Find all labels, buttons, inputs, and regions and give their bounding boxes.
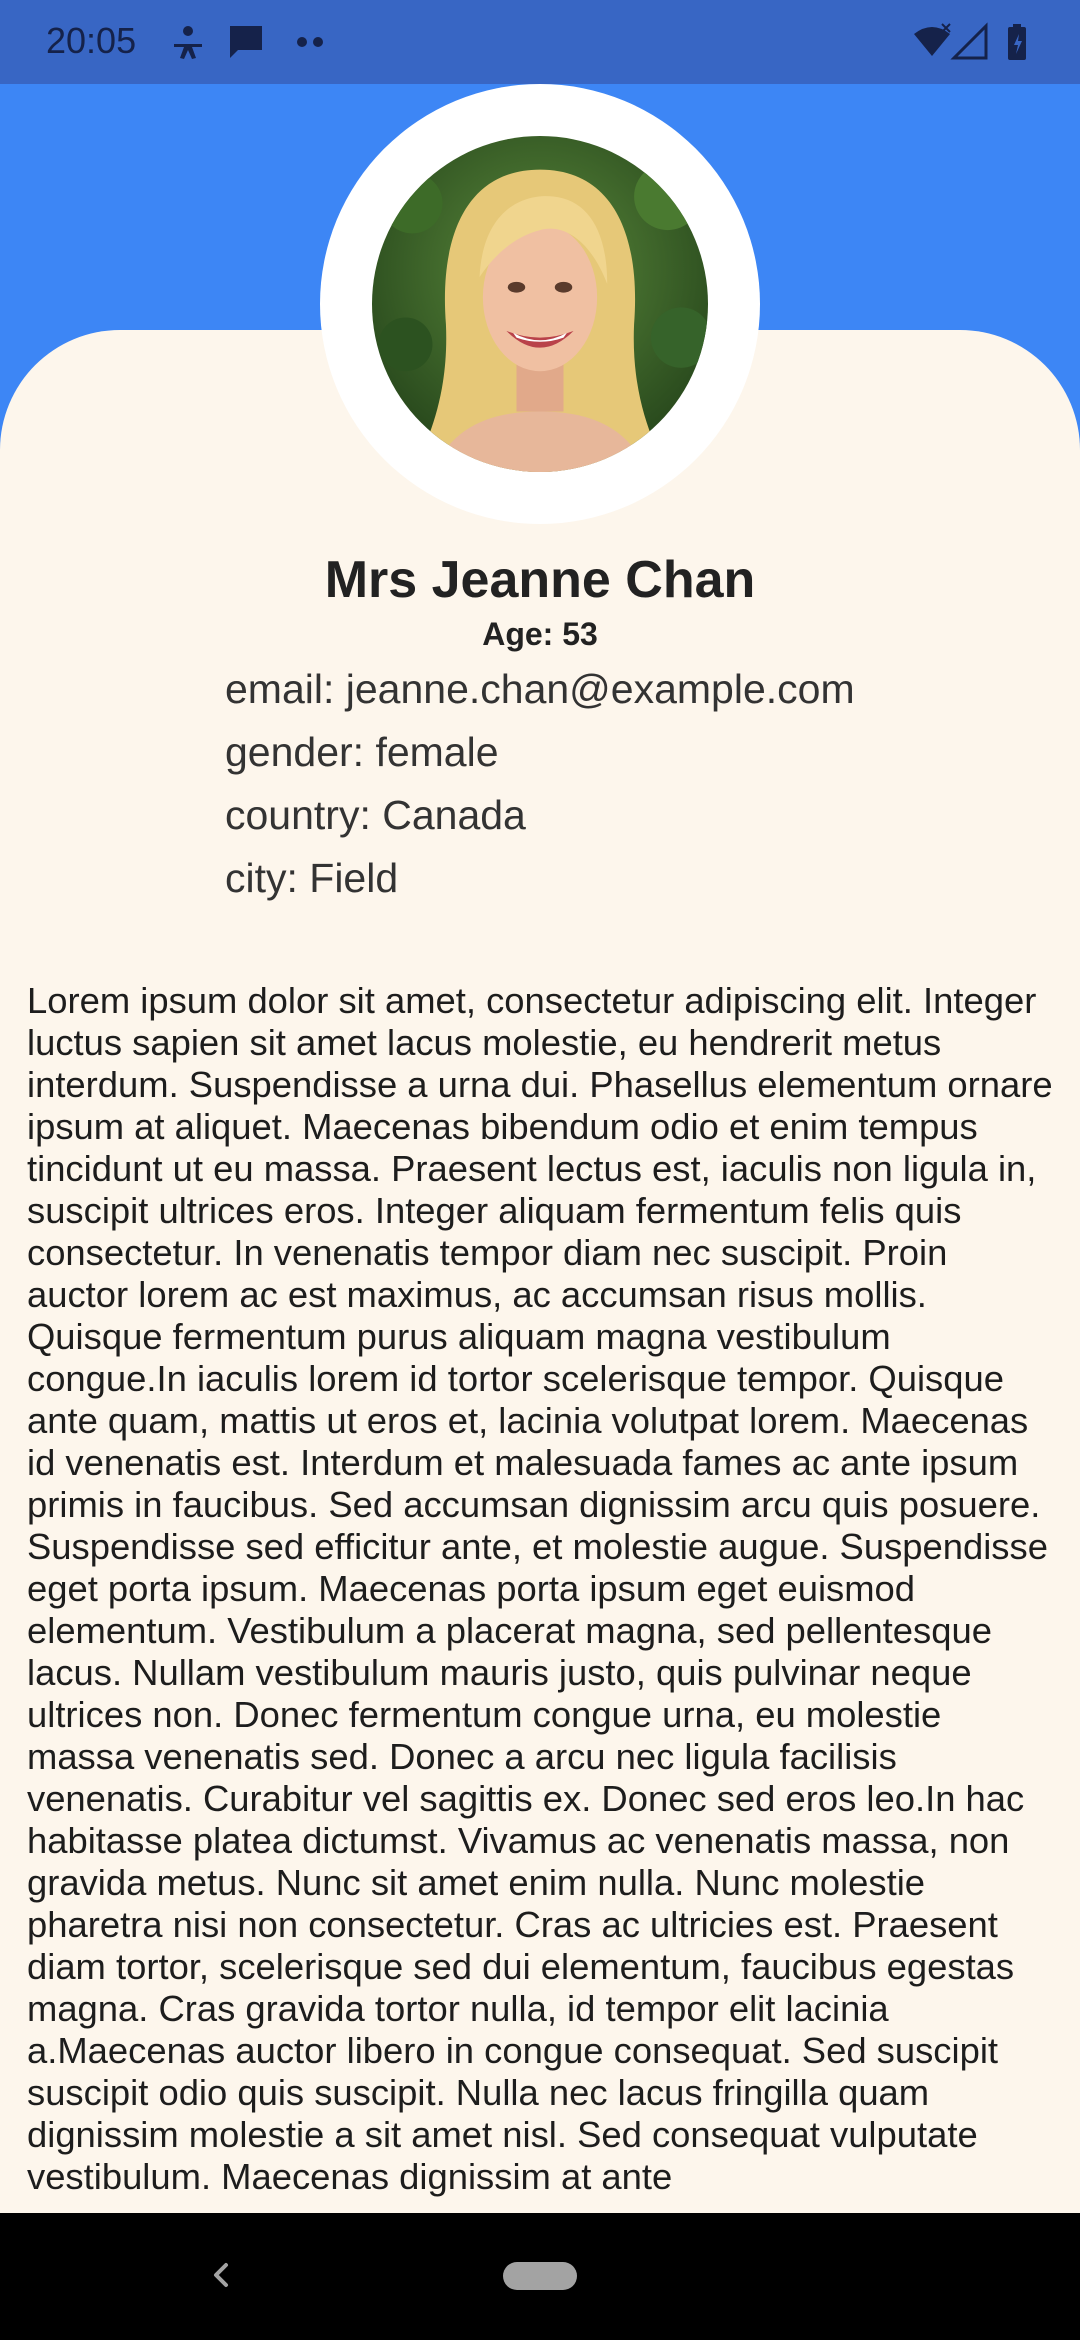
message-icon (226, 22, 266, 62)
profile-city: city: Field (225, 855, 399, 901)
signal-icon (950, 22, 990, 62)
description-text: Lorem ipsum dolor sit amet, consectetur … (27, 980, 1053, 2197)
profile-name: Mrs Jeanne Chan (324, 551, 756, 609)
battery-icon (1000, 22, 1040, 62)
back-icon[interactable] (202, 2255, 242, 2295)
avatar (372, 136, 708, 472)
wifi-icon (912, 22, 952, 62)
more-dots-icon (290, 22, 330, 62)
person-icon (168, 22, 208, 62)
home-pill-icon[interactable] (503, 2262, 577, 2290)
navigation-bar (0, 2213, 1080, 2340)
profile-age: Age: 53 (482, 616, 598, 652)
status-time: 20:05 (46, 20, 137, 61)
profile-gender: gender: female (225, 729, 499, 775)
profile-email: email: jeanne.chan@example.com (225, 666, 855, 712)
profile-country: country: Canada (225, 792, 526, 838)
avatar-ring (320, 84, 760, 524)
status-bar: 20:05 (0, 0, 1080, 84)
